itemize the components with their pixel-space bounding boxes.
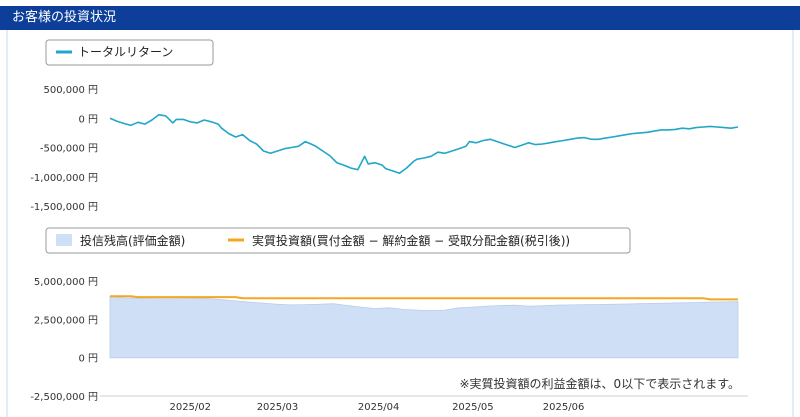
balance-chart: 5,000,000 円 2,500,000 円 0 円 -2,500,000 円 202… <box>30 277 748 413</box>
total-return-line <box>109 113 739 174</box>
y-tick-label: 500,000 円 <box>43 85 98 96</box>
x-tick-label: 2025/03 <box>257 402 299 413</box>
legend-2a-label: 投信残高(評価金額) <box>80 233 185 248</box>
y-tick-label: -1,500,000 円 <box>30 202 98 213</box>
legend-1-label: トータルリターン <box>78 45 173 59</box>
x-tick-label: 2025/04 <box>358 402 400 413</box>
x-tick-label: 2025/06 <box>543 402 585 413</box>
investment-charts: トータルリターン 投信残高(評価金額) 実質投資額(買付金額 − 解約金額 − … <box>30 39 748 413</box>
legend-2a-swatch <box>56 234 72 246</box>
x-tick-label: 2025/05 <box>452 402 494 413</box>
y-tick-label: 2,500,000 円 <box>34 315 98 326</box>
y-tick-label: 0 円 <box>78 354 98 365</box>
x-tick-label: 2025/02 <box>169 402 211 413</box>
y-tick-label: -500,000 円 <box>40 144 98 155</box>
y-tick-label: 0 円 <box>78 114 98 125</box>
footnote: ※実質投資額の利益金額は、0以下で表示されます。 <box>460 376 741 391</box>
legend-2b-label: 実質投資額(買付金額 − 解約金額 − 受取分配金額(税引後)) <box>252 233 570 248</box>
total-return-chart: 500,000 円 0 円 -500,000 円 -1,000,000 円 -1,500… <box>30 85 739 213</box>
balance-area <box>109 295 739 359</box>
y-tick-label: -2,500,000 円 <box>30 392 98 403</box>
y-tick-label: 5,000,000 円 <box>34 277 98 288</box>
y-tick-label: -1,000,000 円 <box>30 173 98 184</box>
